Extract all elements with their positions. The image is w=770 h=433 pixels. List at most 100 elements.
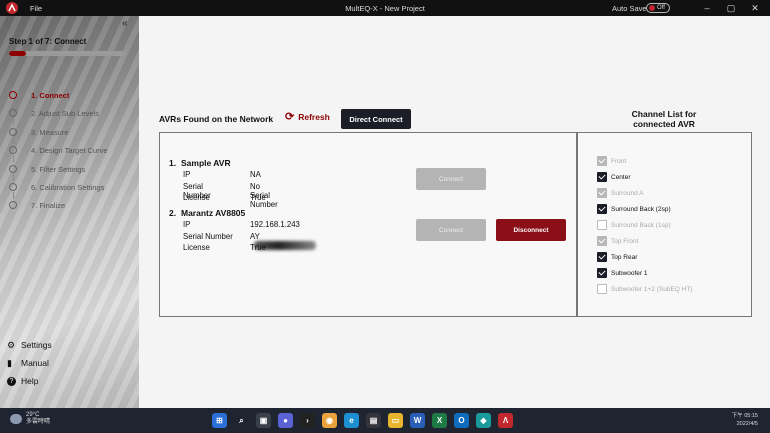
channel-list-panel: Front Center Surround A Surround Back (2sp)… <box>577 132 752 317</box>
channel-list: Front Center Surround A Surround Back (2sp)… <box>597 153 692 297</box>
word-icon[interactable]: W <box>410 413 425 428</box>
channel-item[interactable]: Center <box>597 169 692 185</box>
sidebar-link[interactable]: ▮ Manual <box>7 354 52 372</box>
cloud-icon <box>10 414 22 424</box>
step-item[interactable]: 7. Finalize <box>6 198 136 216</box>
multeq-x-taskbar-icon[interactable]: Λ <box>498 413 513 428</box>
step-circle-icon <box>9 109 17 118</box>
step-item[interactable]: 6. Calibration Settings <box>6 180 136 199</box>
channel-checkbox <box>597 284 607 294</box>
field-value: True <box>250 243 266 252</box>
step-progress-fill <box>9 51 27 56</box>
autosave-toggle[interactable]: Off <box>646 3 670 13</box>
channel-item[interactable]: Subwoofer 1 <box>597 265 692 281</box>
main-content: AVRs Found on the Network ⟳ Refresh Dire… <box>139 16 770 408</box>
sidebar-link[interactable]: ? Help <box>7 372 52 390</box>
connect-button-device-1[interactable]: Connect <box>416 168 486 190</box>
file-explorer-icon[interactable]: ▭ <box>388 413 403 428</box>
channel-checkbox[interactable] <box>597 252 607 262</box>
weather-desc: 多雲時晴 <box>26 419 51 425</box>
store-icon[interactable]: ▤ <box>366 413 381 428</box>
weather-widget[interactable]: 29°C 多雲時晴 <box>10 412 50 426</box>
field-value: 192.168.1.243 <box>250 220 300 229</box>
search-icon[interactable]: ⌕ <box>234 413 249 428</box>
disconnect-button-device-2[interactable]: Disconnect <box>496 219 566 241</box>
autosave-state: Off <box>657 5 665 11</box>
avr-device-2: 2. Marantz AV8805 IP 192.168.1.243 Serial … <box>169 208 316 255</box>
channel-checkbox <box>597 236 607 246</box>
channel-item[interactable]: Surround Back (2sp) <box>597 201 692 217</box>
channel-checkbox[interactable] <box>597 204 607 214</box>
channel-item[interactable]: Top Rear <box>597 249 692 265</box>
step-item[interactable]: 3. Measure <box>6 125 136 144</box>
channel-item: Subwoofer 1+2 (SubEQ HT) <box>597 281 692 297</box>
autosave-label: Auto Save <box>612 4 647 13</box>
gear-icon: ⚙ <box>7 339 16 350</box>
maximize-button[interactable]: ▢ <box>719 0 743 16</box>
channel-label: Top Rear <box>611 253 638 261</box>
channel-item: Surround Back (1sp) <box>597 217 692 233</box>
step-progress-bar <box>9 51 124 56</box>
sidebar: « Step 1 of 7: Connect 1. Connect 2. Adju… <box>0 16 139 408</box>
toggle-knob <box>649 5 655 11</box>
field-value: AY <box>250 231 260 241</box>
step-circle-icon <box>9 91 17 99</box>
field-key: IP <box>183 220 191 229</box>
step-label: 1. Connect <box>31 91 70 100</box>
channel-label: Subwoofer 1 <box>611 269 648 277</box>
direct-connect-button[interactable]: Direct Connect <box>341 109 411 129</box>
connect-button-device-2[interactable]: Connect <box>416 219 486 241</box>
device-index: 1. <box>169 158 177 168</box>
sidebar-link[interactable]: ⚙ Settings <box>7 336 52 354</box>
app-icon[interactable]: ◆ <box>476 413 491 428</box>
field-value: True <box>250 193 266 202</box>
terminal-icon[interactable]: › <box>300 413 315 428</box>
step-label: 3. Measure <box>31 127 69 137</box>
refresh-button[interactable]: ⟳ Refresh <box>285 112 330 123</box>
step-label: 5. Filter Settings <box>31 164 86 174</box>
channel-checkbox[interactable] <box>597 268 607 278</box>
channel-label: Surround A <box>611 189 644 197</box>
avr-device-1: 1. Sample AVR IP NA Serial Number No Serial… <box>169 158 278 209</box>
excel-icon[interactable]: X <box>432 413 447 428</box>
step-item[interactable]: 4. Design Target Curve <box>6 143 136 163</box>
minimize-button[interactable]: – <box>695 0 719 16</box>
channel-checkbox[interactable] <box>597 172 607 182</box>
channel-list-title: Channel List for connected AVR <box>631 109 697 129</box>
step-label: 6. Calibration Settings <box>31 182 105 192</box>
system-clock[interactable]: 下午 05:15 2022/4/5 <box>722 412 758 428</box>
book-icon: ▮ <box>7 357 12 368</box>
chat-icon[interactable]: ● <box>278 413 293 428</box>
step-item[interactable]: 5. Filter Settings <box>6 162 136 181</box>
sidebar-link-label: Help <box>21 376 39 386</box>
step-circle-icon <box>9 127 17 136</box>
avr-list-heading: AVRs Found on the Network <box>159 114 274 124</box>
channel-label: Surround Back (1sp) <box>611 221 671 229</box>
edge-icon[interactable]: e <box>344 413 359 428</box>
refresh-label: Refresh <box>298 112 330 122</box>
channel-label: Center <box>611 173 631 181</box>
start-icon[interactable]: ⊞ <box>212 413 227 428</box>
step-list: 1. Connect 2. Adjust Sub Levels 3. Measure… <box>6 88 136 217</box>
channel-checkbox <box>597 156 607 166</box>
avr-list-panel: 1. Sample AVR IP NA Serial Number No Serial… <box>159 132 577 317</box>
channel-checkbox <box>597 188 607 198</box>
channel-item: Top Front <box>597 233 692 249</box>
outlook-icon[interactable]: O <box>454 413 469 428</box>
step-label: 2. Adjust Sub Levels <box>31 109 99 119</box>
channel-item: Surround A <box>597 185 692 201</box>
chrome-icon[interactable]: ◉ <box>322 413 337 428</box>
clock-date: 2022/4/5 <box>736 421 758 427</box>
clock-time: 下午 05:15 <box>731 413 758 419</box>
step-item[interactable]: 2. Adjust Sub Levels <box>6 106 136 126</box>
channel-checkbox <box>597 220 607 230</box>
close-button[interactable]: ✕ <box>743 0 767 16</box>
channel-item: Front <box>597 153 692 169</box>
step-item[interactable]: 1. Connect <box>6 88 136 107</box>
field-value: NA <box>250 170 261 179</box>
channel-label: Surround Back (2sp) <box>611 205 671 213</box>
channel-label: Top Front <box>611 237 639 245</box>
collapse-sidebar-button[interactable]: « <box>122 18 128 29</box>
task-view-icon[interactable]: ▣ <box>256 413 271 428</box>
step-circle-icon <box>9 146 17 155</box>
